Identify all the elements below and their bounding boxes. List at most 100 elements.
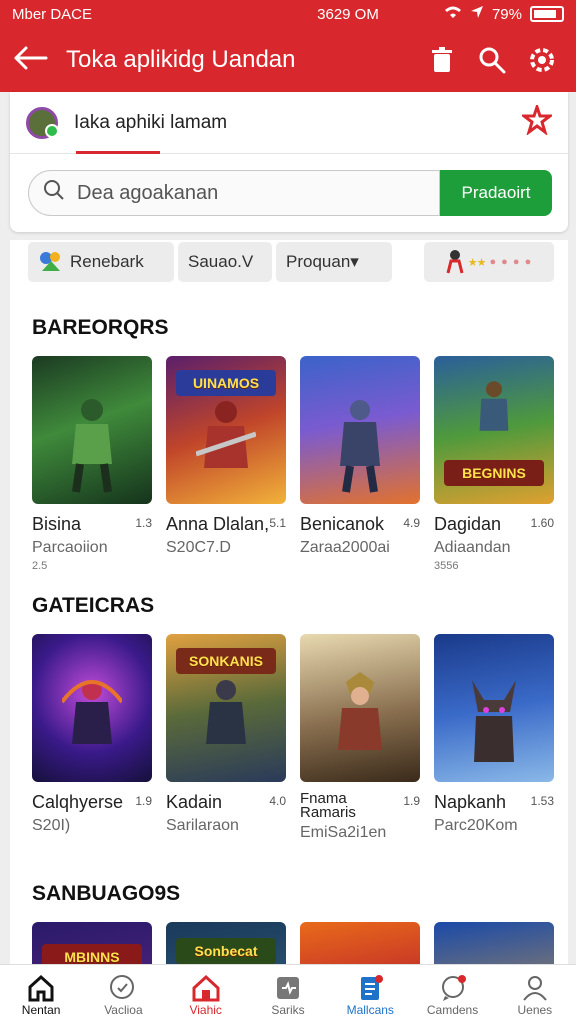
- store-name: Iaka aphiki lamam: [74, 111, 228, 133]
- game-rating: 4.9: [403, 516, 420, 530]
- game-thumbnail: MBINNS: [32, 922, 152, 964]
- favorite-star-icon[interactable]: [519, 102, 555, 140]
- game-rating: 5.1: [269, 516, 286, 530]
- game-logo-icon: [40, 252, 60, 271]
- active-tab-indicator: [76, 151, 160, 154]
- section-title-3: SANBUAGO9S: [32, 882, 181, 905]
- game-card[interactable]: BEGNINS Dagidan 1.60 Adiaandan 3556: [434, 356, 554, 572]
- game-card[interactable]: Sonbecat: [166, 922, 286, 964]
- nav-item-list[interactable]: Mallcans: [330, 973, 410, 1017]
- game-name: Bisina: [32, 514, 82, 534]
- game-card[interactable]: [434, 922, 554, 964]
- game-thumbnail: [300, 922, 420, 964]
- game-rating: 1.9: [135, 794, 152, 808]
- nav-item-chat[interactable]: Camdens: [413, 973, 493, 1017]
- store-house-icon: [191, 973, 221, 1003]
- game-card[interactable]: MBINNS: [32, 922, 152, 964]
- game-thumbnail: Sonbecat: [166, 922, 286, 964]
- carrier-label: Mber DACE: [12, 5, 93, 23]
- game-rating: 1.9: [403, 794, 420, 808]
- game-rating: 1.3: [135, 516, 152, 530]
- rating-stars-icon: ★★: [467, 256, 487, 269]
- home-icon: [26, 973, 56, 1003]
- nav-item-box[interactable]: Sariks: [248, 973, 328, 1017]
- search-icon[interactable]: [472, 40, 512, 80]
- rating-dots-icon: ● ● ● ●: [489, 256, 533, 268]
- game-card[interactable]: Bisina 1.3 Parcaoiion 2.5: [32, 356, 152, 572]
- game-rating: 1.53: [530, 794, 554, 808]
- chat-icon: [438, 973, 468, 1003]
- filter-chip-3[interactable]: Proquan▾: [276, 242, 392, 282]
- game-thumbnail: [32, 356, 152, 504]
- list-doc-icon: [355, 973, 385, 1003]
- nav-item-home[interactable]: Nentan: [1, 973, 81, 1017]
- content-panel: Renebark Sauao.V Proquan▾ ★★ ● ● ● ● BAR…: [10, 240, 568, 964]
- store-header-card: Iaka aphiki lamam Dea agoakanan Pradaoir…: [10, 92, 568, 232]
- game-name: Napkanh: [434, 792, 507, 812]
- section-title-1: BAREORQRS: [32, 316, 169, 339]
- game-subtitle: S20I): [32, 817, 71, 834]
- bottom-nav: Nentan Vaclioa Viahic Sariks Mallcans Ca…: [0, 964, 576, 1024]
- filter-chip-2[interactable]: Sauao.V: [178, 242, 272, 282]
- game-name: Dagidan: [434, 514, 502, 534]
- search-placeholder: Dea agoakanan: [77, 181, 219, 204]
- section-title-2: GATEICRAS: [32, 594, 155, 617]
- game-card[interactable]: UINAMOS Anna Dlalan, 5.1 S20C7.D: [166, 356, 286, 572]
- status-icons: 79%: [444, 5, 564, 23]
- game-thumbnail: UINAMOS: [166, 356, 286, 504]
- game-subtitle: Adiaandan: [434, 539, 511, 556]
- game-card[interactable]: Fnama Ramaris 1.9 EmiSa2i1en: [300, 634, 420, 842]
- battery-percent: 79%: [491, 5, 522, 23]
- game-subtitle: S20C7.D: [166, 539, 231, 556]
- location-icon: [470, 5, 484, 23]
- settings-icon[interactable]: [522, 40, 562, 80]
- avatar[interactable]: [26, 106, 59, 139]
- filter-bar: Renebark Sauao.V Proquan▾ ★★ ● ● ● ●: [10, 240, 568, 282]
- box-icon: [273, 973, 303, 1003]
- filter-chip-rating[interactable]: ★★ ● ● ● ●: [424, 242, 554, 282]
- game-thumbnail: [434, 922, 554, 964]
- game-thumbnail: [32, 634, 152, 782]
- game-subtitle: Parcaoiion: [32, 539, 108, 556]
- search-input[interactable]: Dea agoakanan: [28, 170, 440, 216]
- nav-item-search[interactable]: Vaclioa: [83, 973, 163, 1017]
- game-thumbnail: [300, 356, 420, 504]
- game-name: Calqhyerse: [32, 792, 124, 812]
- game-name: Anna Dlalan,: [166, 514, 270, 534]
- page-title: Toka aplikidg Uandan: [66, 46, 296, 73]
- search-row: Dea agoakanan Pradaoirt: [10, 154, 568, 216]
- search-button[interactable]: Pradaoirt: [440, 170, 552, 216]
- delete-icon[interactable]: [422, 40, 462, 80]
- game-card[interactable]: SONKANIS Kadain 4.0 Sarilaraon: [166, 634, 286, 842]
- game-card[interactable]: Napkanh 1.53 Parc20Kom: [434, 634, 554, 842]
- person-icon: [446, 250, 464, 274]
- nav-item-store[interactable]: Viahic: [166, 973, 246, 1017]
- back-arrow-icon[interactable]: [14, 46, 48, 75]
- filter-chip-1[interactable]: Renebark: [28, 242, 174, 282]
- nav-item-user[interactable]: Uenes: [495, 973, 575, 1017]
- thumb-banner: MBINNS: [42, 944, 142, 964]
- game-card[interactable]: Benicanok 4.9 Zaraa2000ai: [300, 356, 420, 572]
- game-name: Kadain: [166, 792, 223, 812]
- status-bar: Mber DACE 3629 OM 79%: [0, 0, 576, 28]
- game-thumbnail: BEGNINS: [434, 356, 554, 504]
- game-grid-2: Calqhyerse 1.9 S20I) SONKANIS Kadain 4.0 S…: [10, 634, 568, 842]
- store-row: Iaka aphiki lamam: [10, 92, 568, 154]
- game-grid-3: MBINNS Sonbecat: [10, 922, 568, 964]
- thumb-banner: SONKANIS: [176, 648, 276, 674]
- thumb-banner: BEGNINS: [444, 460, 544, 486]
- thumb-banner: UINAMOS: [176, 370, 276, 396]
- game-card[interactable]: Calqhyerse 1.9 S20I): [32, 634, 152, 842]
- game-extra: 3556: [434, 560, 459, 572]
- game-subtitle: Zaraa2000ai: [300, 539, 390, 556]
- clock: 3629 OM: [317, 5, 379, 23]
- game-card[interactable]: [300, 922, 420, 964]
- game-rating: 1.60: [530, 516, 554, 530]
- game-subtitle: Parc20Kom: [434, 817, 518, 834]
- game-thumbnail: [434, 634, 554, 782]
- app-bar: Toka aplikidg Uandan: [0, 28, 576, 92]
- search-circle-icon: [108, 973, 138, 1003]
- battery-icon: [529, 6, 564, 22]
- game-grid-1: Bisina 1.3 Parcaoiion 2.5 UINAMOS Anna Dl…: [10, 356, 568, 572]
- thumb-banner: Sonbecat: [176, 938, 276, 964]
